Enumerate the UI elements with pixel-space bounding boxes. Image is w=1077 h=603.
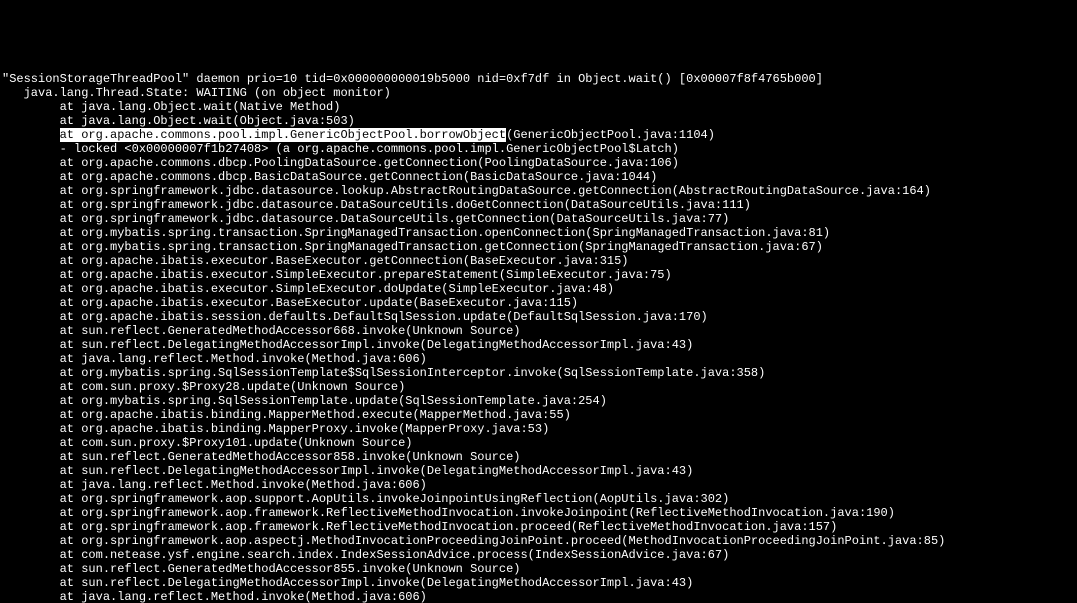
highlighted-frame[interactable]: at org.apache.commons.pool.impl.GenericO… [60,128,506,142]
terminal-output[interactable]: "SessionStorageThreadPool" daemon prio=1… [0,70,1077,603]
